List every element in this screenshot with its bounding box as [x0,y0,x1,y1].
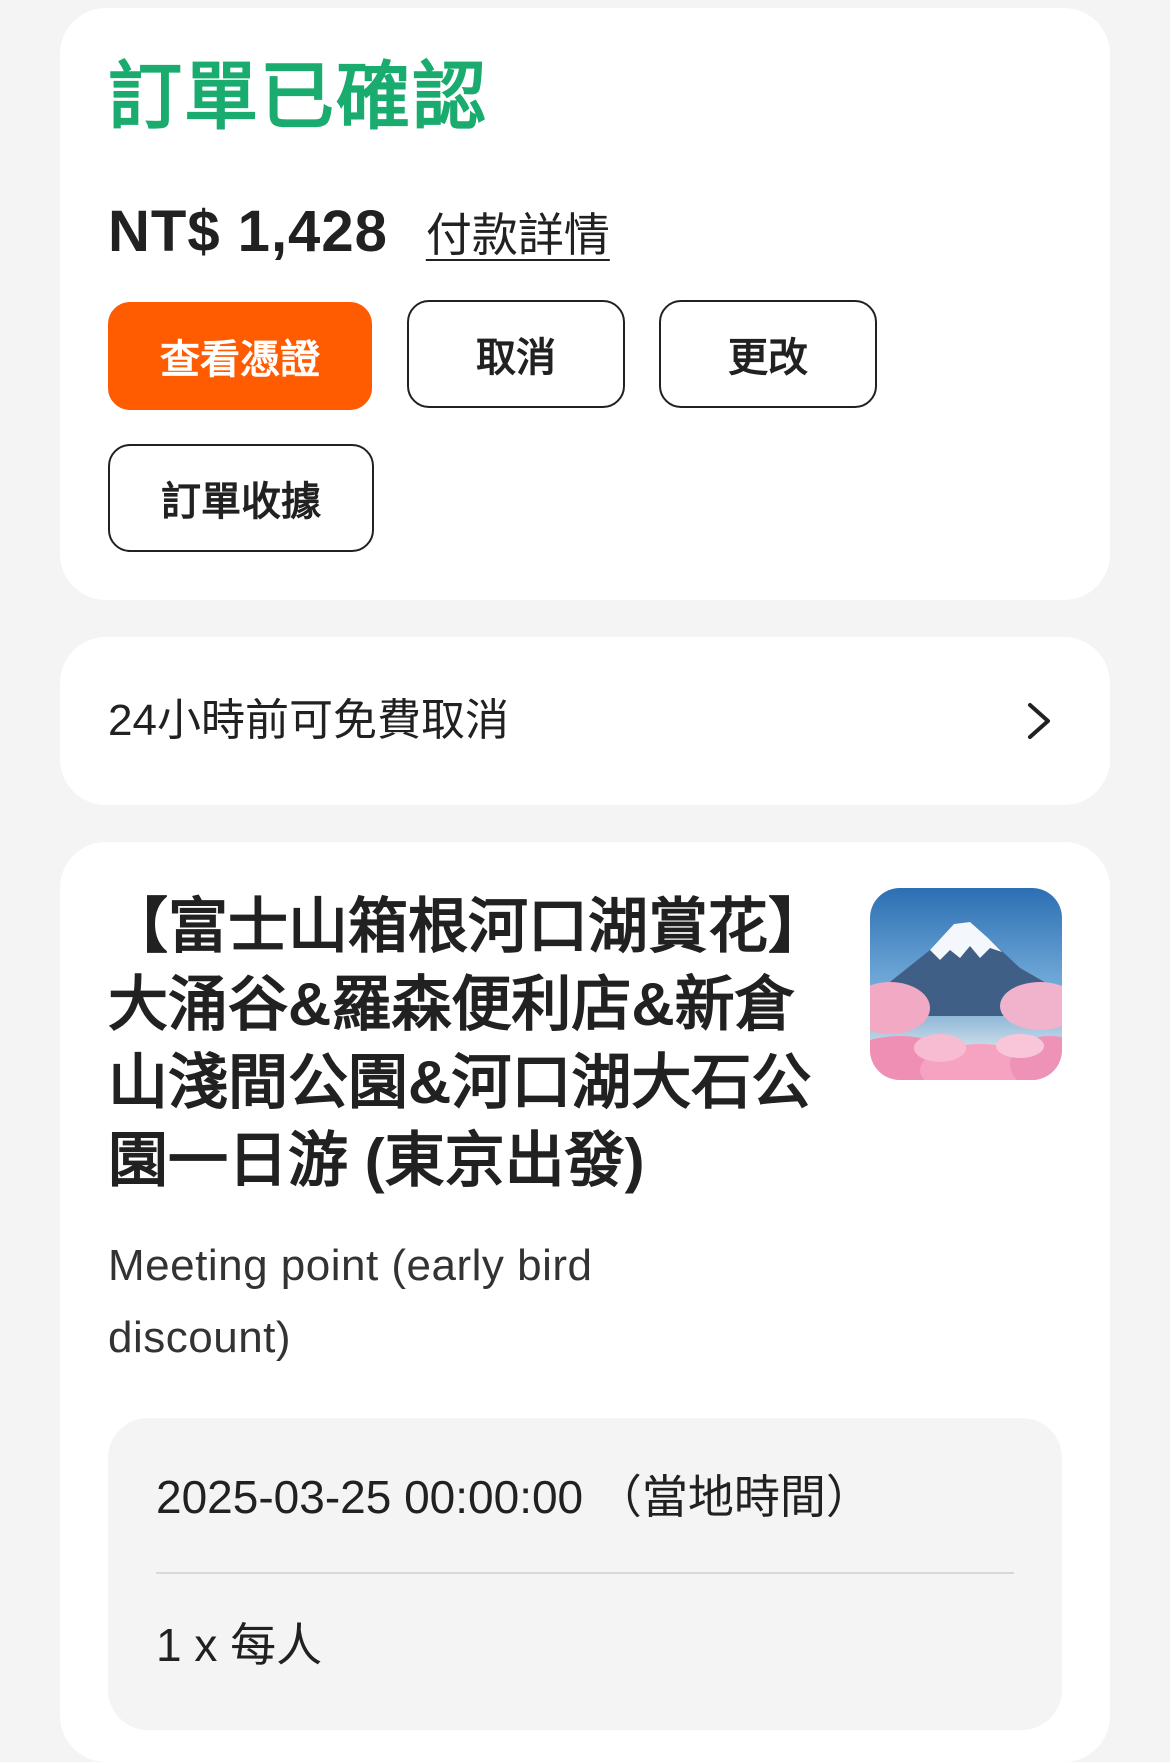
cancellation-policy-row[interactable]: 24小時前可免費取消 [60,637,1110,805]
product-card: 【富士山箱根河口湖賞花】大涌谷&羅森便利店&新倉山淺間公園&河口湖大石公園一日游… [60,842,1110,1762]
cancel-button[interactable]: 取消 [407,300,625,408]
order-total-price: NT$ 1,428 [108,199,388,264]
booking-details-box: 2025-03-25 00:00:00 （當地時間） 1 x 每人 [108,1418,1062,1730]
package-name: Meeting point (early bird discount) [108,1241,593,1362]
change-button[interactable]: 更改 [659,300,877,408]
chevron-right-icon [1018,701,1058,741]
mount-fuji-cherry-blossom-image[interactable] [870,888,1062,1080]
product-title[interactable]: 【富士山箱根河口湖賞花】大涌谷&羅森便利店&新倉山淺間公園&河口湖大石公園一日游… [108,888,828,1200]
price-row: NT$ 1,428 付款詳情 [108,198,610,265]
order-status-card: 訂單已確認 NT$ 1,428 付款詳情 查看憑證 取消 更改 訂單收據 [60,8,1110,600]
divider [156,1572,1014,1574]
order-status-title: 訂單已確認 [108,55,488,138]
payment-details-link[interactable]: 付款詳情 [426,199,610,265]
booking-quantity: 1 x 每人 [156,1619,323,1671]
booking-date: 2025-03-25 00:00:00 （當地時間） [156,1471,872,1523]
order-receipt-button[interactable]: 訂單收據 [108,444,374,552]
cancellation-policy-text: 24小時前可免費取消 [108,696,509,745]
view-voucher-button[interactable]: 查看憑證 [108,302,372,410]
